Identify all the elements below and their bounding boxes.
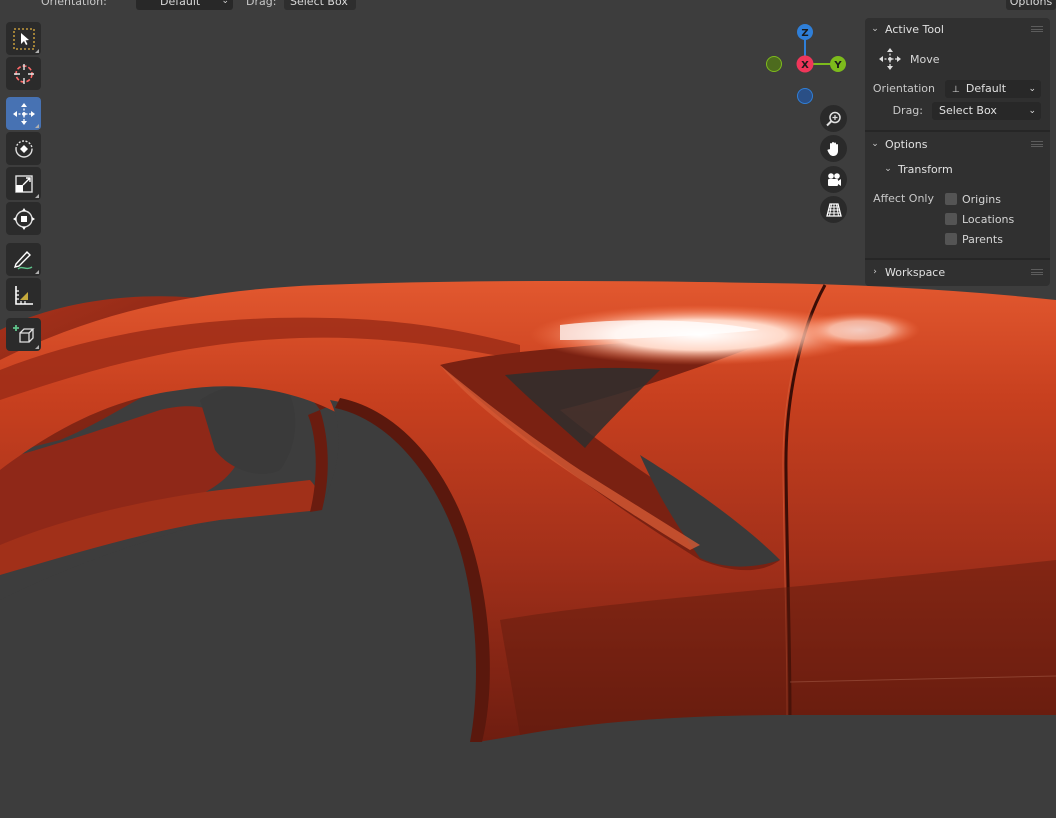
y-axis-label: Y bbox=[833, 60, 842, 71]
active-tool-title: Active Tool bbox=[885, 22, 944, 36]
divider bbox=[865, 130, 1050, 132]
camera-icon bbox=[827, 172, 841, 186]
chevron-down-icon: ⌄ bbox=[871, 139, 879, 149]
orientation-dropdown[interactable]: Default ⌄ bbox=[136, 0, 233, 10]
drag-dropdown[interactable]: Select Box ⌄ bbox=[932, 102, 1041, 120]
3d-viewport[interactable]: Orientation: Default ⌄ Drag: Select Box … bbox=[0, 0, 1056, 818]
orientation-dropdown[interactable]: ⊥ Default ⌄ bbox=[945, 80, 1041, 98]
locations-label: Locations bbox=[962, 212, 1015, 226]
options-header[interactable]: ⌄ Options bbox=[865, 133, 1050, 155]
drag-label: Drag: bbox=[892, 104, 923, 117]
sidebar-panel: ⌄ Active Tool Move Orientation ⊥ Default … bbox=[865, 18, 1050, 286]
drag-label: Drag: bbox=[246, 0, 277, 8]
move-icon bbox=[12, 102, 35, 125]
origins-checkbox[interactable]: Origins bbox=[945, 191, 1055, 207]
checkbox-box[interactable] bbox=[945, 213, 957, 225]
divider bbox=[865, 258, 1050, 260]
transform-title: Transform bbox=[898, 162, 953, 176]
x-axis-label: X bbox=[801, 60, 809, 71]
scale-icon bbox=[14, 174, 33, 193]
chevron-down-icon: ⌄ bbox=[884, 164, 892, 174]
chevron-down-icon: ⌄ bbox=[221, 0, 229, 6]
grid-icon bbox=[825, 202, 842, 217]
select-box-tool[interactable] bbox=[6, 22, 41, 55]
orientation-value: Default bbox=[160, 0, 201, 8]
locations-checkbox[interactable]: Locations bbox=[945, 211, 1055, 227]
orientation-value: Default bbox=[965, 82, 1007, 95]
tool-name: Move bbox=[910, 53, 940, 66]
add-cube-icon bbox=[12, 324, 35, 343]
cursor-icon bbox=[13, 63, 34, 84]
perspective-toggle-button[interactable] bbox=[820, 196, 847, 223]
move-icon bbox=[879, 48, 901, 70]
chevron-down-icon: ⌄ bbox=[871, 24, 879, 34]
affect-only-label: Affect Only bbox=[873, 192, 934, 205]
cursor-tool[interactable] bbox=[6, 57, 41, 90]
options-title: Options bbox=[885, 137, 928, 151]
corner-indicator bbox=[35, 49, 39, 53]
navigation-gizmo[interactable]: Z Y X bbox=[760, 20, 852, 112]
scale-tool[interactable] bbox=[6, 167, 41, 200]
select-box-icon bbox=[12, 27, 35, 50]
checkbox-box[interactable] bbox=[945, 233, 957, 245]
camera-view-button[interactable] bbox=[820, 166, 847, 193]
workspace-title: Workspace bbox=[885, 265, 946, 279]
add-cube-tool[interactable] bbox=[6, 318, 41, 351]
annotate-icon bbox=[13, 250, 32, 270]
rotate-tool[interactable] bbox=[6, 132, 41, 165]
chevron-right-icon: › bbox=[873, 267, 877, 277]
z-axis-label: Z bbox=[801, 28, 808, 39]
zoom-button[interactable] bbox=[820, 105, 847, 132]
drag-grip-icon[interactable] bbox=[1031, 26, 1043, 32]
chevron-down-icon: ⌄ bbox=[1028, 84, 1036, 94]
orientation-icon: ⊥ bbox=[952, 85, 960, 95]
corner-indicator bbox=[35, 194, 39, 198]
drag-grip-icon[interactable] bbox=[1031, 141, 1043, 147]
transform-tool[interactable] bbox=[6, 202, 41, 235]
pan-button[interactable] bbox=[820, 135, 847, 162]
origins-label: Origins bbox=[962, 192, 1001, 206]
rotate-icon bbox=[14, 139, 33, 158]
drag-value: Select Box bbox=[939, 104, 997, 117]
transform-icon bbox=[12, 207, 35, 230]
corner-indicator bbox=[35, 124, 39, 128]
parents-checkbox[interactable]: Parents bbox=[945, 231, 1055, 247]
hand-icon bbox=[826, 141, 838, 156]
tool-header: Orientation: Default ⌄ Drag: Select Box … bbox=[0, 0, 1056, 11]
parents-label: Parents bbox=[962, 232, 1003, 246]
corner-indicator bbox=[35, 270, 39, 274]
zoom-icon bbox=[825, 111, 841, 126]
corner-indicator bbox=[35, 345, 39, 349]
workspace-header[interactable]: › Workspace bbox=[865, 261, 1050, 283]
checkbox-box[interactable] bbox=[945, 193, 957, 205]
drag-dropdown[interactable]: Select Box bbox=[284, 0, 356, 10]
annotate-tool[interactable] bbox=[6, 243, 41, 276]
active-tool-header[interactable]: ⌄ Active Tool bbox=[865, 18, 1050, 40]
move-tool[interactable] bbox=[6, 97, 41, 130]
drag-grip-icon[interactable] bbox=[1031, 269, 1043, 275]
measure-icon bbox=[14, 285, 33, 305]
orientation-label: Orientation bbox=[872, 82, 935, 95]
chevron-down-icon: ⌄ bbox=[1028, 106, 1036, 116]
measure-tool[interactable] bbox=[6, 278, 41, 311]
options-button[interactable]: Options bbox=[1006, 0, 1056, 10]
orientation-label: Orientation: bbox=[41, 0, 107, 8]
drag-value: Select Box bbox=[290, 0, 348, 8]
transform-subheader[interactable]: ⌄ Transform bbox=[865, 158, 1050, 180]
